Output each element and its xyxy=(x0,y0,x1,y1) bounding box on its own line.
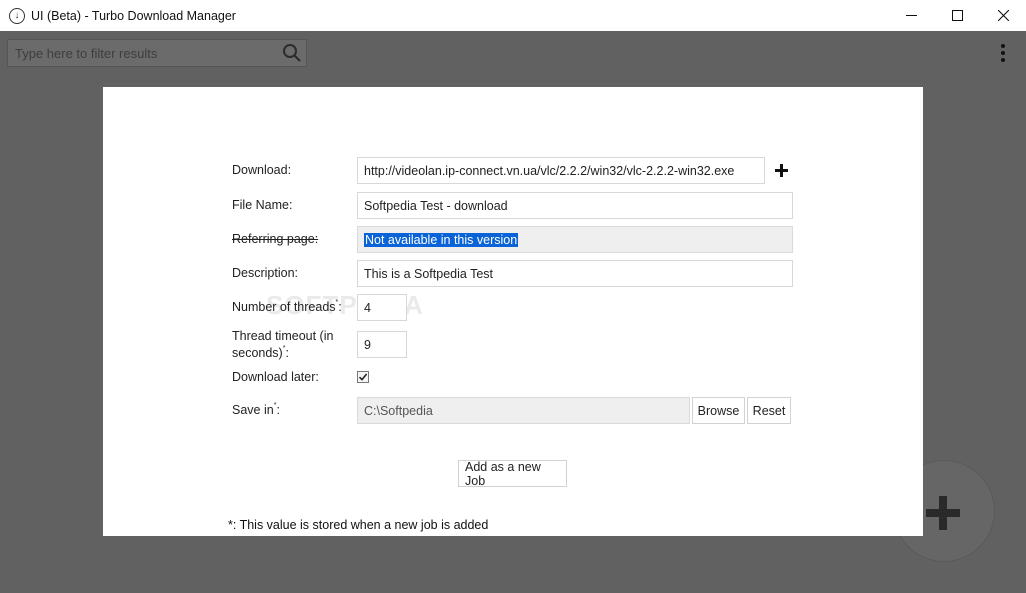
file-name-field[interactable]: Softpedia Test - download xyxy=(357,192,793,219)
minimize-button[interactable] xyxy=(888,0,934,31)
browse-button[interactable]: Browse xyxy=(692,397,745,424)
referring-page-value: Not available in this version xyxy=(364,232,519,247)
reset-button[interactable]: Reset xyxy=(747,397,791,424)
timeout-row: Thread timeout (in seconds)*: 9 xyxy=(232,328,407,362)
maximize-button[interactable] xyxy=(934,0,980,31)
download-arrow-icon: ↓ xyxy=(9,7,25,24)
timeout-label: Thread timeout (in seconds)*: xyxy=(232,329,334,360)
download-later-row: Download later: xyxy=(232,369,369,386)
add-job-dialog: SOFTPEDIA Download: http://videolan.ip-c… xyxy=(103,87,923,536)
download-later-checkbox[interactable] xyxy=(357,371,369,384)
download-row: Download: http://videolan.ip-connect.vn.… xyxy=(232,157,789,184)
checkmark-icon xyxy=(358,373,368,382)
minimize-icon xyxy=(905,15,917,16)
add-url-plus-icon[interactable] xyxy=(775,163,789,178)
more-vertical-icon[interactable] xyxy=(996,42,1010,64)
download-url-field[interactable]: http://videolan.ip-connect.vn.ua/vlc/2.2… xyxy=(357,157,765,184)
referring-page-row: Referring page: Not available in this ve… xyxy=(232,226,793,253)
save-in-label: Save in*: xyxy=(232,402,280,418)
description-label: Description: xyxy=(232,266,298,281)
description-row: Description: This is a Softpedia Test xyxy=(232,260,793,287)
close-button[interactable] xyxy=(980,0,1026,31)
title-bar: ↓ UI (Beta) - Turbo Download Manager xyxy=(0,0,1026,31)
timeout-field[interactable]: 9 xyxy=(357,331,407,359)
maximize-icon xyxy=(951,10,963,21)
footnote: *: This value is stored when a new job i… xyxy=(228,518,489,532)
window-title: UI (Beta) - Turbo Download Manager xyxy=(31,8,236,23)
threads-row: Number of threads*: 4 xyxy=(232,294,407,321)
threads-label: Number of threads*: xyxy=(232,299,342,315)
plus-icon xyxy=(926,496,960,530)
download-later-label: Download later: xyxy=(232,370,319,384)
description-field[interactable]: This is a Softpedia Test xyxy=(357,260,793,287)
window-controls xyxy=(888,0,1026,31)
search-icon[interactable] xyxy=(278,40,306,66)
save-in-row: Save in*: C:\Softpedia Browse Reset xyxy=(232,397,791,424)
filter-input[interactable] xyxy=(8,40,278,66)
referring-page-label: Referring page: xyxy=(232,232,319,247)
file-name-label: File Name: xyxy=(232,198,293,213)
close-icon xyxy=(997,10,1009,21)
file-name-row: File Name: Softpedia Test - download xyxy=(232,192,793,219)
add-new-job-button[interactable]: Add as a new Job xyxy=(458,460,567,488)
filter-box xyxy=(7,39,307,67)
referring-page-field: Not available in this version xyxy=(357,226,793,253)
threads-field[interactable]: 4 xyxy=(357,294,407,321)
download-label: Download: xyxy=(232,163,292,178)
save-in-field: C:\Softpedia xyxy=(357,397,690,424)
